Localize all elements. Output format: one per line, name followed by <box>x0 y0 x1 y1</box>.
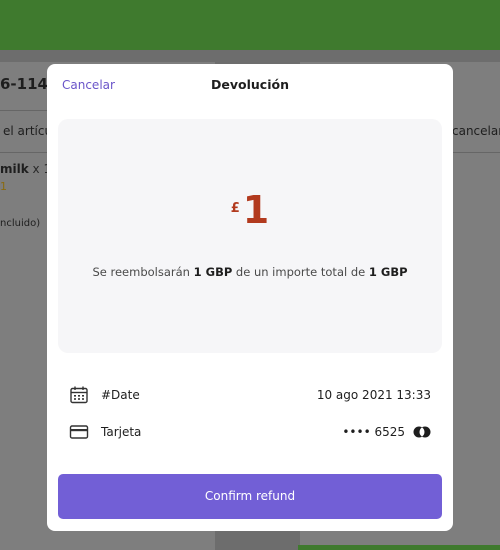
background-item: milk x 1 <box>0 162 51 176</box>
background-note: ncluido) <box>0 218 41 229</box>
refund-amount: £1 <box>58 191 442 229</box>
credit-card-icon <box>69 422 89 442</box>
background-item-price: 1 <box>0 180 7 193</box>
card-label: Tarjeta <box>101 425 142 439</box>
background-right-subtitle: cancelarlo <box>452 124 500 138</box>
background-green-strip <box>298 545 500 550</box>
refund-total-text: 1 GBP <box>368 265 408 279</box>
card-value: •••• 6525 <box>342 425 431 439</box>
card-number: •••• 6525 <box>342 425 405 439</box>
date-value: 10 ago 2021 13:33 <box>316 388 431 402</box>
calendar-icon <box>69 385 89 405</box>
refund-prefix: Se reembolsarán <box>92 265 190 279</box>
modal-title: Devolución <box>211 77 289 92</box>
currency-symbol: £ <box>230 201 240 216</box>
refund-amount-card: £1 Se reembolsarán 1 GBP de un importe t… <box>58 119 442 353</box>
confirm-refund-button[interactable]: Confirm refund <box>58 474 442 519</box>
refund-modal: Cancelar Devolución £1 Se reembolsarán 1… <box>47 64 453 531</box>
date-row: #Date 10 ago 2021 13:33 <box>69 385 431 405</box>
app-topbar <box>0 0 500 50</box>
refund-middle: de un importe total de <box>235 265 366 279</box>
background-item-name: milk <box>0 162 29 176</box>
date-label: #Date <box>101 388 140 402</box>
background-left-subtitle: el artícu <box>3 124 53 138</box>
card-row: Tarjeta •••• 6525 <box>69 422 431 442</box>
modal-header: Cancelar Devolución <box>47 64 453 108</box>
mastercard-icon <box>413 426 431 438</box>
refund-description: Se reembolsarán 1 GBP de un importe tota… <box>58 265 442 279</box>
amount-value: 1 <box>242 188 270 232</box>
refund-amount-text: 1 GBP <box>193 265 233 279</box>
